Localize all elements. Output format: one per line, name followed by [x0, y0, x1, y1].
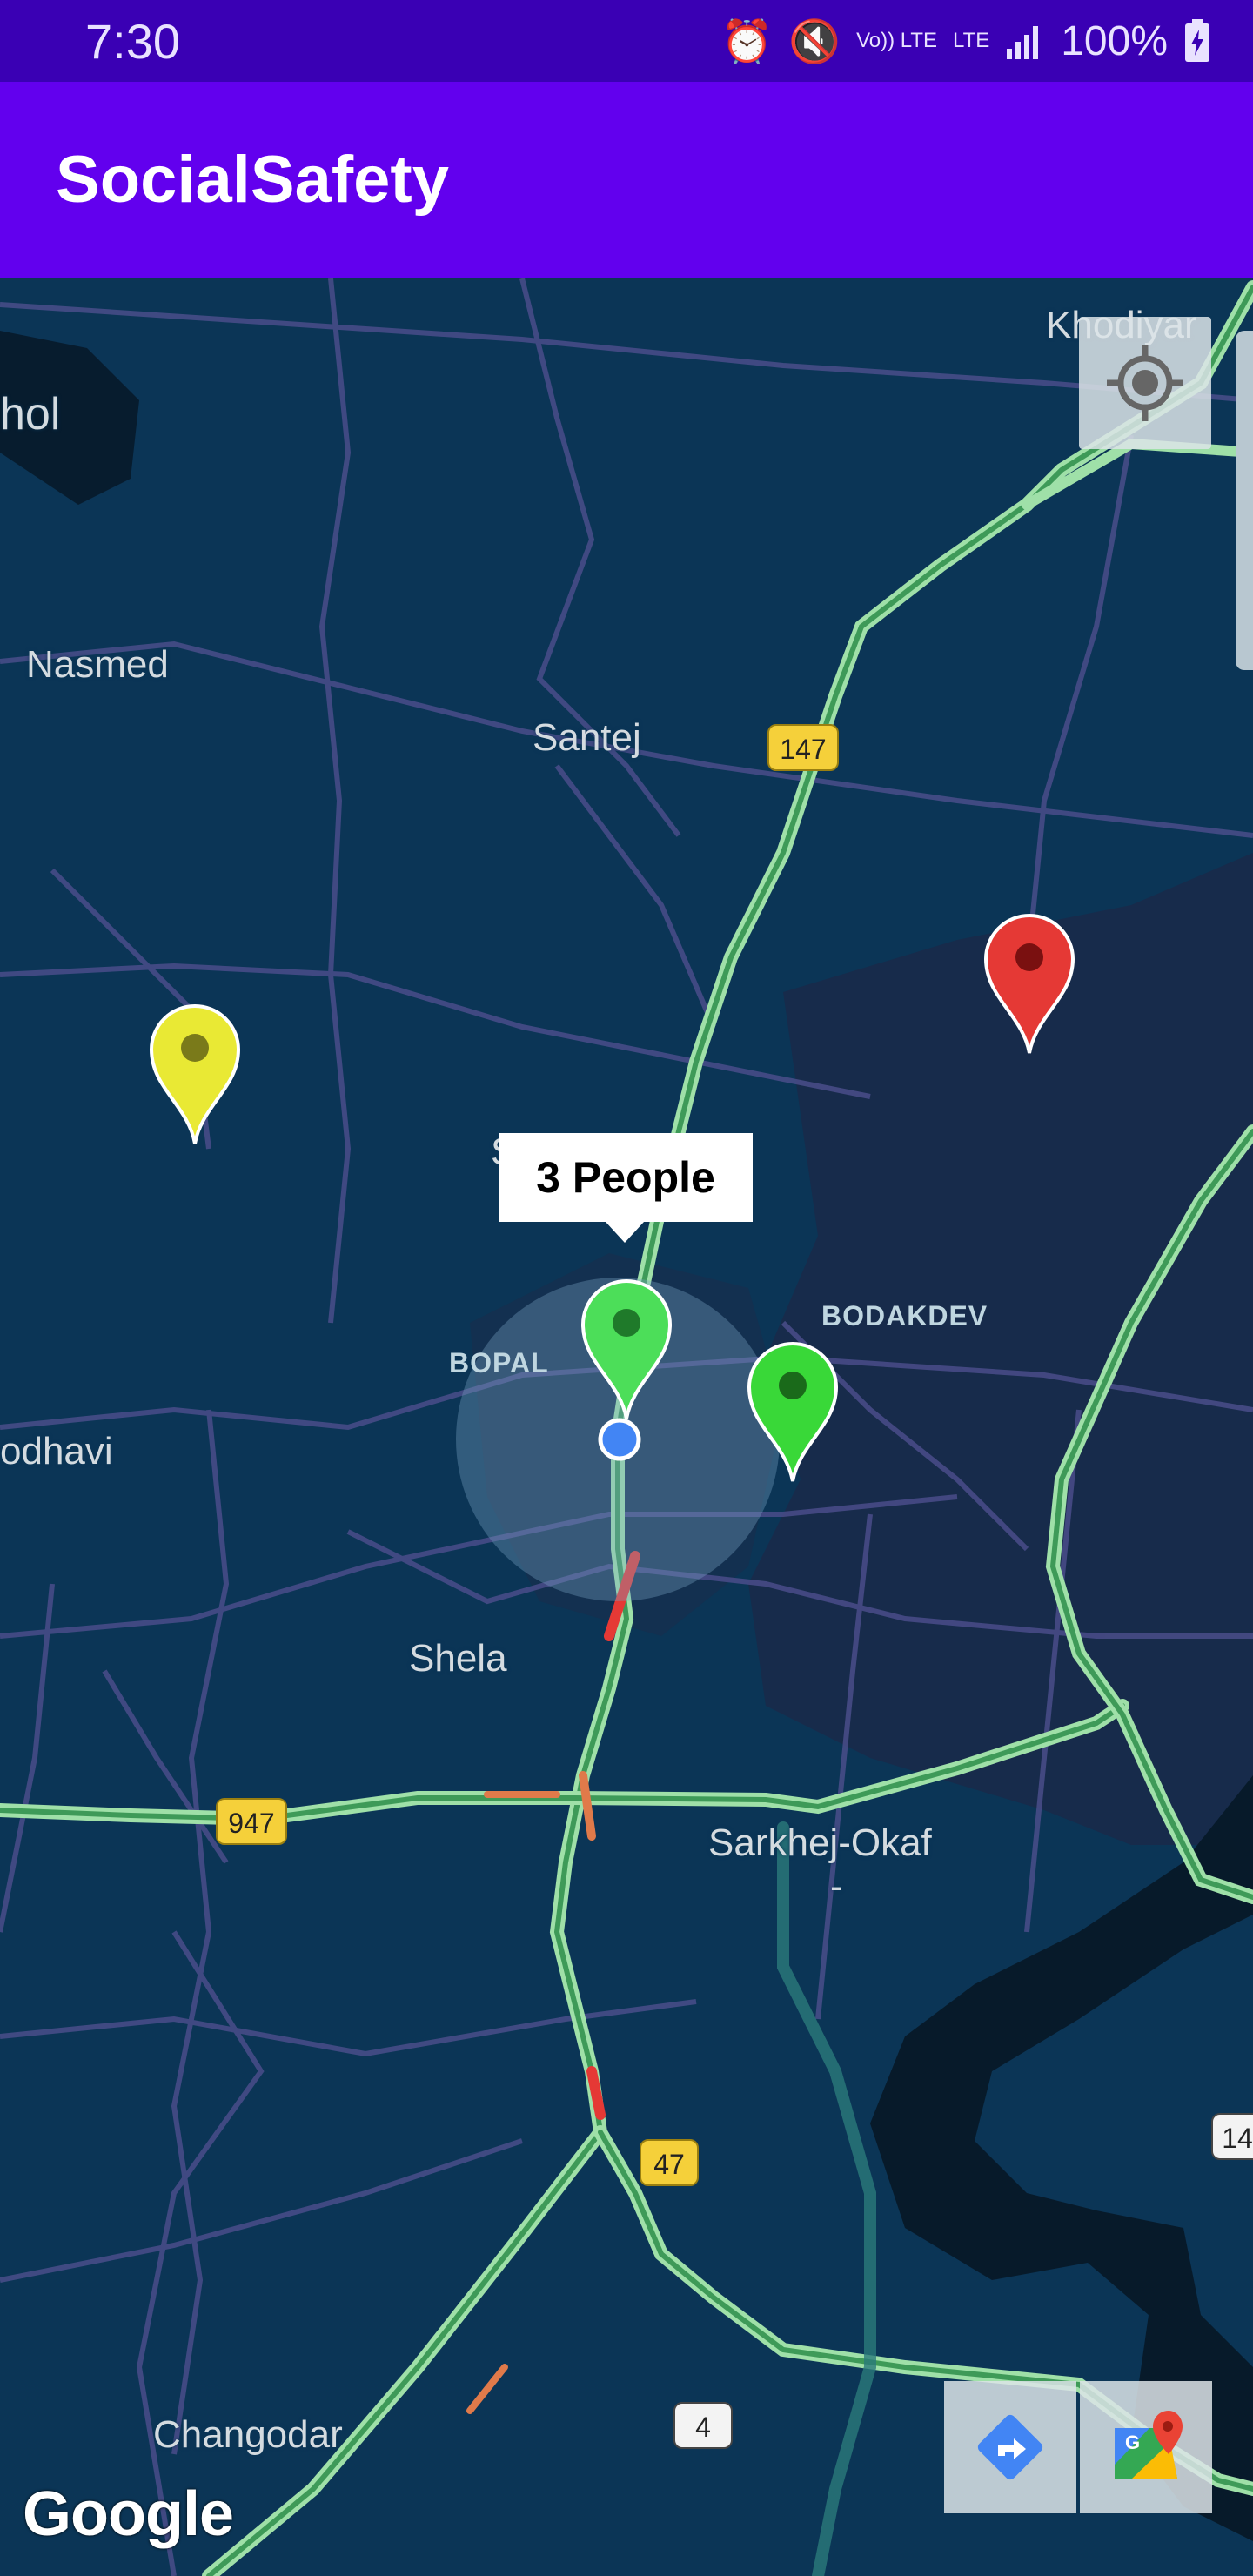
svg-text:G: G: [1125, 2432, 1140, 2453]
google-maps-icon: G: [1115, 2411, 1183, 2479]
mute-icon: 🔇: [788, 18, 841, 65]
district-label: BODAKDEV: [821, 1300, 988, 1332]
marker-pin-green[interactable]: [580, 1276, 673, 1424]
place-label: hol: [0, 389, 61, 439]
place-label: Nasmed: [26, 643, 169, 686]
signal-icon: [1007, 26, 1039, 59]
battery-percent: 100%: [1061, 17, 1168, 64]
lte-label: LTE: [953, 29, 990, 52]
my-location-button[interactable]: [1079, 317, 1211, 449]
status-time: 7:30: [85, 14, 180, 69]
place-label: Santej: [533, 716, 641, 759]
scroll-edge: [1236, 331, 1253, 670]
road-shield: 47: [640, 2139, 699, 2186]
status-bar: 7:30 ⏰ 🔇 Vo)) LTE LTE 100%: [0, 0, 1253, 82]
directions-button[interactable]: [944, 2381, 1076, 2513]
my-location-icon: [1107, 345, 1183, 421]
place-label: Sarkhej-Okaf: [708, 1821, 932, 1864]
place-label: Changodar: [153, 2413, 343, 2456]
marker-pin-yellow[interactable]: [148, 1001, 242, 1149]
road-shield: 14: [1211, 2113, 1253, 2160]
map-background: [0, 278, 1253, 2576]
road-shield: 4: [673, 2402, 733, 2449]
battery-charging-icon: [1185, 19, 1209, 62]
place-label: -: [830, 1865, 843, 1908]
marker-info-window[interactable]: 3 People: [499, 1133, 753, 1222]
google-logo: Google: [23, 2479, 234, 2549]
alarm-icon: ⏰: [720, 18, 774, 65]
open-in-maps-button[interactable]: G: [1080, 2381, 1212, 2513]
info-window-pointer: [606, 1222, 644, 1243]
marker-pin-red[interactable]: [982, 910, 1076, 1058]
district-label: BOPAL: [449, 1347, 549, 1379]
app-title: SocialSafety: [56, 143, 449, 217]
road-shield: 147: [767, 724, 839, 771]
place-label: Shela: [409, 1637, 507, 1680]
map-toolbar: G: [944, 2381, 1212, 2513]
place-label: odhavi: [0, 1430, 113, 1472]
road-shield: 947: [216, 1798, 287, 1845]
app-bar: SocialSafety: [0, 82, 1253, 278]
volte-label: Vo)) LTE: [856, 29, 937, 52]
map-view[interactable]: Khodiyar hol Nasmed Santej odhavi S Shel…: [0, 278, 1253, 2576]
marker-pin-green[interactable]: [746, 1338, 840, 1486]
directions-icon: [977, 2414, 1043, 2480]
status-icons: ⏰ 🔇 Vo)) LTE LTE 100%: [721, 12, 1211, 70]
